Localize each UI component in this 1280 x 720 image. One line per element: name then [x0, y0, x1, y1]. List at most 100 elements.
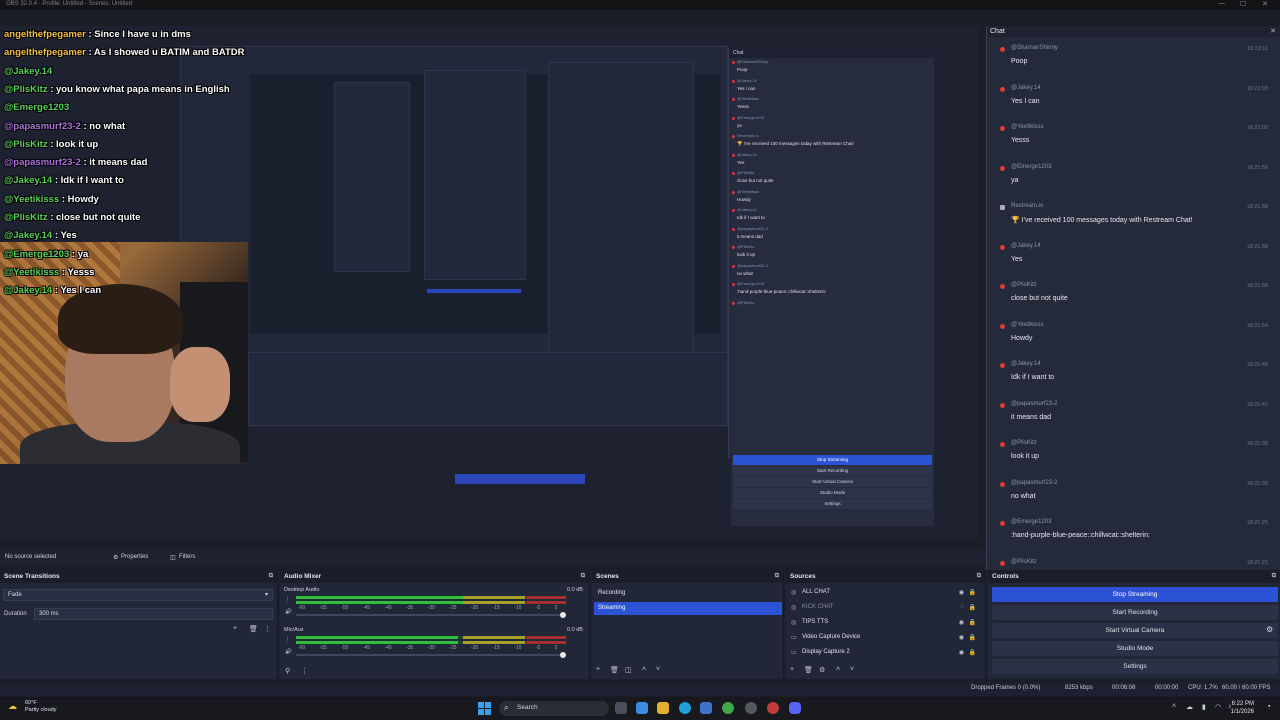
close-icon[interactable]: ✕: [1262, 0, 1268, 8]
youtube-icon: [732, 209, 735, 212]
lock-icon[interactable]: 🔒: [969, 649, 976, 656]
stop-streaming-button[interactable]: Stop Streaming: [992, 587, 1278, 602]
move-down-icon[interactable]: ˅: [656, 666, 660, 673]
trash-icon[interactable]: 🗑: [610, 666, 619, 674]
more-icon[interactable]: ⋮: [285, 637, 291, 643]
chrome-icon[interactable]: [722, 702, 734, 714]
move-up-icon[interactable]: ˄: [836, 666, 840, 673]
properties-button[interactable]: Properties: [121, 554, 148, 560]
dock-menu-icon[interactable]: ⧉: [269, 573, 273, 580]
maximize-icon[interactable]: ☐: [1240, 0, 1246, 8]
weather-icon[interactable]: ☁: [8, 701, 17, 712]
youtube-icon: [732, 227, 735, 231]
onedrive-icon[interactable]: ☁: [1186, 703, 1193, 711]
notification-icon[interactable]: ▪: [1268, 703, 1270, 710]
eye-hidden-icon[interactable]: ◌: [960, 604, 964, 610]
more-icon[interactable]: ⋮: [264, 625, 271, 633]
source-item[interactable]: ◎ TIPS TTS ◉ 🔒: [788, 616, 984, 630]
source-name: Display Capture 2: [802, 649, 850, 655]
dock-menu-icon[interactable]: ⧉: [977, 573, 981, 580]
dock-menu-icon[interactable]: ⧉: [775, 573, 779, 580]
source-item[interactable]: ▭ Video Capture Device ◉ 🔒: [788, 631, 984, 645]
gear-icon[interactable]: ⚙: [1266, 625, 1273, 634]
chevron-up-icon[interactable]: ˄: [1172, 703, 1176, 710]
chat-message-list[interactable]: @ShamanShinny 18:22:11 Poop @Jakey.14 18:22:…: [990, 39, 1278, 569]
taskbar-clock[interactable]: 6:22 PM 1/1/2026: [1231, 700, 1254, 716]
volume-slider[interactable]: [296, 652, 566, 658]
overlay-chat-line: @papasmurf23-2 : no what: [4, 121, 125, 132]
filter-icon[interactable]: ◫: [625, 666, 632, 674]
scene-item[interactable]: Streaming: [594, 602, 782, 615]
lock-icon[interactable]: 🔒: [969, 634, 976, 641]
restream-icon[interactable]: [767, 702, 779, 714]
add-icon[interactable]: +: [233, 625, 237, 632]
lock-icon[interactable]: 🔒: [969, 604, 976, 611]
settings-button[interactable]: Settings: [992, 659, 1278, 674]
taskbar-search[interactable]: ⌕ Search: [499, 701, 609, 716]
copilot-icon[interactable]: [636, 702, 648, 714]
wifi-icon[interactable]: ◠: [1215, 703, 1221, 711]
eye-icon[interactable]: ◉: [959, 619, 964, 626]
add-icon[interactable]: +: [790, 666, 794, 673]
close-icon[interactable]: ✕: [1270, 27, 1276, 35]
gear-icon[interactable]: ⚙: [819, 666, 825, 674]
obs-icon[interactable]: [745, 702, 757, 714]
youtube-icon: [1000, 481, 1005, 487]
weather-widget[interactable]: 60°F Partly cloudy: [25, 700, 57, 714]
chat-text: :hand-purple-blue-peace::chillwcat::shel…: [1011, 532, 1150, 539]
preview-chat-message: @Yeetikisss Howdy: [729, 188, 934, 207]
filter-icon[interactable]: ◫: [170, 554, 176, 561]
discord-icon[interactable]: [789, 702, 801, 714]
start-recording-button[interactable]: Start Recording: [992, 605, 1278, 620]
nested-chat-panel-2: [424, 70, 526, 280]
eye-icon[interactable]: ◉: [959, 634, 964, 641]
preview-chat-text: Howdy: [737, 196, 751, 202]
volume-slider[interactable]: [296, 612, 566, 618]
volume-icon[interactable]: 🔊: [285, 649, 292, 655]
store-icon[interactable]: [700, 702, 712, 714]
youtube-icon: [732, 264, 735, 268]
youtube-icon: [1000, 86, 1005, 92]
link-icon[interactable]: ⚲: [285, 667, 290, 675]
battery-icon[interactable]: ▮: [1202, 703, 1206, 711]
overlay-chat-message: : Yes I can: [52, 285, 102, 297]
start-virtual-camera-button[interactable]: Start Virtual Camera: [992, 623, 1278, 638]
minimize-icon[interactable]: —: [1218, 0, 1225, 7]
dock-menu-icon[interactable]: ⧉: [1272, 573, 1276, 580]
overlay-chat-name: @papasmurf23-2: [4, 120, 81, 132]
windows-start-icon[interactable]: [478, 702, 491, 715]
controls-title: Controls: [992, 573, 1019, 580]
eye-icon[interactable]: ◉: [959, 649, 964, 656]
source-item[interactable]: ▭ Display Capture 2 ◉ 🔒: [788, 646, 984, 660]
more-icon[interactable]: ⋮: [301, 667, 308, 675]
move-down-icon[interactable]: ˅: [850, 666, 854, 673]
duration-field[interactable]: 300 ms: [34, 608, 273, 620]
preview-canvas[interactable]: Chat @ShamanShinny Poop @Jakey.14 Yes I can…: [0, 26, 978, 538]
lock-icon[interactable]: 🔒: [969, 619, 976, 626]
chat-message: Restream.io 18:21:58 🏆 I've received 100 m…: [990, 197, 1278, 237]
volume-slider-knob[interactable]: [560, 652, 566, 658]
lock-icon[interactable]: 🔒: [969, 589, 976, 596]
dock-menu-icon[interactable]: ⧉: [581, 573, 585, 580]
chat-timestamp: 18:21:58: [1246, 283, 1268, 289]
volume-icon[interactable]: 🔊: [285, 609, 292, 615]
studio-mode-button[interactable]: Studio Mode: [992, 641, 1278, 656]
gear-icon[interactable]: ⚙: [113, 554, 118, 561]
source-item[interactable]: ◎ KICK CHAT ◌ 🔒: [788, 601, 984, 615]
move-up-icon[interactable]: ˄: [642, 666, 646, 673]
add-icon[interactable]: +: [596, 666, 600, 673]
file-explorer-icon[interactable]: [657, 702, 669, 714]
overlay-chat-message: : Yes: [52, 230, 77, 242]
preview-control-row: Stop Streaming: [733, 455, 932, 465]
volume-slider-knob[interactable]: [560, 612, 566, 618]
transition-select[interactable]: Fade ▾: [3, 589, 273, 601]
more-icon[interactable]: ⋮: [285, 597, 291, 603]
task-view-icon[interactable]: [615, 702, 627, 714]
edge-icon[interactable]: [679, 702, 691, 714]
scene-item[interactable]: Recording: [594, 587, 782, 600]
eye-icon[interactable]: ◉: [959, 589, 964, 596]
source-item[interactable]: ◎ ALL CHAT ◉ 🔒: [788, 586, 984, 600]
trash-icon[interactable]: 🗑: [249, 625, 258, 633]
trash-icon[interactable]: 🗑: [804, 666, 813, 674]
filters-button[interactable]: Filters: [179, 554, 195, 560]
